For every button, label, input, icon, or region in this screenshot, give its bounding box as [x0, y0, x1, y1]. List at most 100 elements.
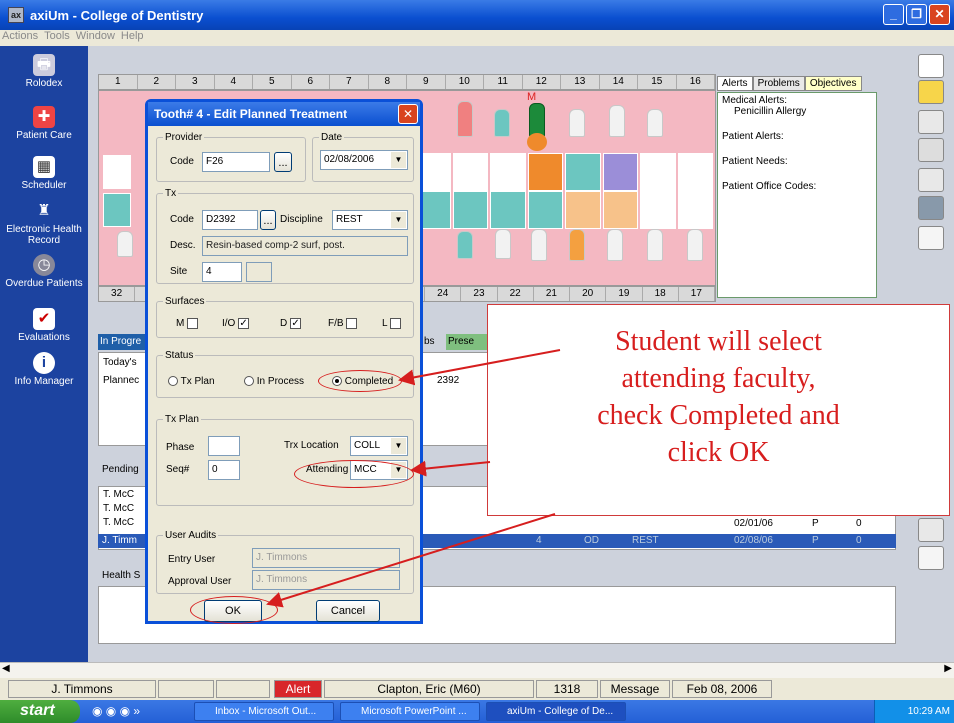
tooth-number[interactable]: 20: [570, 287, 607, 301]
tooth-surface-cell[interactable]: [527, 191, 563, 229]
checkbox-unchecked[interactable]: [187, 318, 199, 329]
tooth-surface-cell[interactable]: [490, 153, 526, 191]
export-icon[interactable]: [918, 518, 944, 542]
restore-button[interactable]: ❐: [906, 4, 927, 25]
task-axium[interactable]: axiUm - College of De...: [486, 702, 626, 721]
tx-browse-button[interactable]: ...: [260, 210, 276, 230]
tooth-number[interactable]: 7: [330, 75, 369, 89]
nav-evaluations[interactable]: ✔ Evaluations: [0, 308, 88, 343]
print-icon[interactable]: [918, 168, 944, 192]
status-alert[interactable]: Alert: [274, 680, 322, 698]
checkbox-unchecked[interactable]: [389, 318, 401, 329]
tooth-number[interactable]: 24: [425, 287, 462, 301]
tooth-number[interactable]: 9: [407, 75, 446, 89]
nav-scheduler[interactable]: ▦ Scheduler: [0, 156, 88, 191]
tab-objectives[interactable]: Objectives: [804, 76, 862, 91]
tooth-surface-cell[interactable]: [640, 153, 676, 191]
tooth-surface-cell[interactable]: [527, 153, 563, 191]
tooth-image[interactable]: [531, 229, 547, 261]
menu-help[interactable]: Help: [121, 30, 144, 46]
checkbox-checked[interactable]: ✓: [238, 318, 250, 329]
tooth-number[interactable]: 3: [176, 75, 215, 89]
tooth-surface-cell[interactable]: [565, 191, 601, 229]
tooth-number[interactable]: 17: [679, 287, 715, 301]
surface-fb[interactable]: F/B: [328, 318, 358, 329]
scroll-left-icon[interactable]: ◀: [2, 663, 10, 674]
dialog-close-icon[interactable]: ✕: [398, 104, 418, 124]
tooth-surface-cell[interactable]: [452, 191, 488, 229]
tooth-number[interactable]: 13: [561, 75, 600, 89]
tooth-image[interactable]: [687, 229, 703, 261]
tooth-surface-cell[interactable]: [565, 153, 601, 191]
tab-bs[interactable]: bs: [424, 336, 435, 347]
cancel-button[interactable]: Cancel: [316, 600, 380, 622]
tooth-image[interactable]: [569, 109, 585, 137]
tooth-number[interactable]: 2: [138, 75, 176, 89]
seq-input[interactable]: 0: [208, 460, 240, 480]
tooth-number[interactable]: 6: [292, 75, 330, 89]
tooth-number[interactable]: 16: [677, 75, 715, 89]
task-inbox[interactable]: Inbox - Microsoft Out...: [194, 702, 334, 721]
menu-actions[interactable]: Actions: [2, 30, 38, 46]
tooth-number[interactable]: 5: [253, 75, 292, 89]
quick-launch-icons[interactable]: ◉ ◉ ◉ »: [92, 704, 140, 718]
surface-io[interactable]: I/O ✓: [222, 318, 250, 329]
tooth-surface-cell[interactable]: [602, 153, 638, 191]
nav-ehr[interactable]: ♜ Electronic Health Record: [0, 200, 88, 246]
scroll-right-icon[interactable]: ▶: [944, 663, 952, 674]
tooth-surface-cell[interactable]: [103, 193, 131, 227]
tooth-image[interactable]: [607, 229, 623, 261]
tooth-image[interactable]: [457, 231, 473, 259]
surface-l[interactable]: L: [382, 318, 401, 329]
close-window-button[interactable]: ✕: [929, 4, 950, 25]
tooth-number[interactable]: 8: [369, 75, 407, 89]
calendar-dropdown-icon[interactable]: ▼: [391, 152, 406, 168]
checkbox-unchecked[interactable]: [346, 318, 358, 329]
tooth-number[interactable]: 12: [523, 75, 561, 89]
provider-browse-button[interactable]: ...: [274, 152, 292, 172]
nav-rolodex[interactable]: 🖶 Rolodex: [0, 54, 88, 89]
add-document-icon[interactable]: [918, 110, 944, 134]
tooth-number[interactable]: 1: [99, 75, 138, 89]
tooth-image[interactable]: [569, 229, 585, 261]
tooth-number[interactable]: 18: [643, 287, 679, 301]
tooth-image[interactable]: [495, 229, 511, 259]
phase-input[interactable]: [208, 436, 240, 456]
radio-unselected[interactable]: [244, 376, 254, 387]
tab-problems[interactable]: Problems: [752, 76, 805, 91]
tooth-number[interactable]: 32: [99, 287, 136, 301]
radio-unselected[interactable]: [168, 376, 178, 387]
tooth-number[interactable]: 4: [215, 75, 253, 89]
tooth-surface-cell[interactable]: [602, 191, 638, 229]
task-powerpoint[interactable]: Microsoft PowerPoint ...: [340, 702, 480, 721]
date-picker[interactable]: 02/08/2006 ▼: [320, 150, 408, 170]
tooth-surface-cell[interactable]: [640, 191, 676, 229]
surface-m[interactable]: M: [176, 318, 199, 329]
tooth-image[interactable]: [529, 103, 545, 137]
add-folder-icon[interactable]: [918, 80, 944, 104]
tooth-surface-cell[interactable]: [103, 155, 131, 189]
menu-tools[interactable]: Tools: [44, 30, 70, 46]
status-txplan-radio[interactable]: Tx Plan: [168, 376, 215, 387]
tooth-number[interactable]: 15: [638, 75, 677, 89]
tooth-view-icon[interactable]: [918, 54, 944, 78]
tooth-number[interactable]: 22: [498, 287, 534, 301]
tooth-surface-cell[interactable]: [677, 153, 713, 191]
status-inprocess-radio[interactable]: In Process: [244, 376, 304, 387]
start-button[interactable]: start: [0, 700, 80, 723]
discipline-select[interactable]: REST ▼: [332, 210, 408, 230]
tooth-image[interactable]: [457, 101, 473, 137]
horizontal-scrollbar[interactable]: ◀ ▶: [0, 662, 954, 678]
status-message[interactable]: Message: [600, 680, 670, 698]
menu-window[interactable]: Window: [76, 30, 115, 46]
pen-tool-icon[interactable]: [918, 226, 944, 250]
xray-icon[interactable]: [918, 196, 944, 220]
list-item[interactable]: T. McC: [103, 503, 134, 514]
tab-alerts[interactable]: Alerts: [717, 76, 753, 91]
site-input[interactable]: 4: [202, 262, 242, 282]
list-item[interactable]: T. McC: [103, 517, 134, 528]
tooth-number[interactable]: 14: [600, 75, 638, 89]
tx-code-input[interactable]: D2392: [202, 210, 258, 230]
tooth-number[interactable]: 10: [446, 75, 484, 89]
tooth-surface-cell[interactable]: [490, 191, 526, 229]
